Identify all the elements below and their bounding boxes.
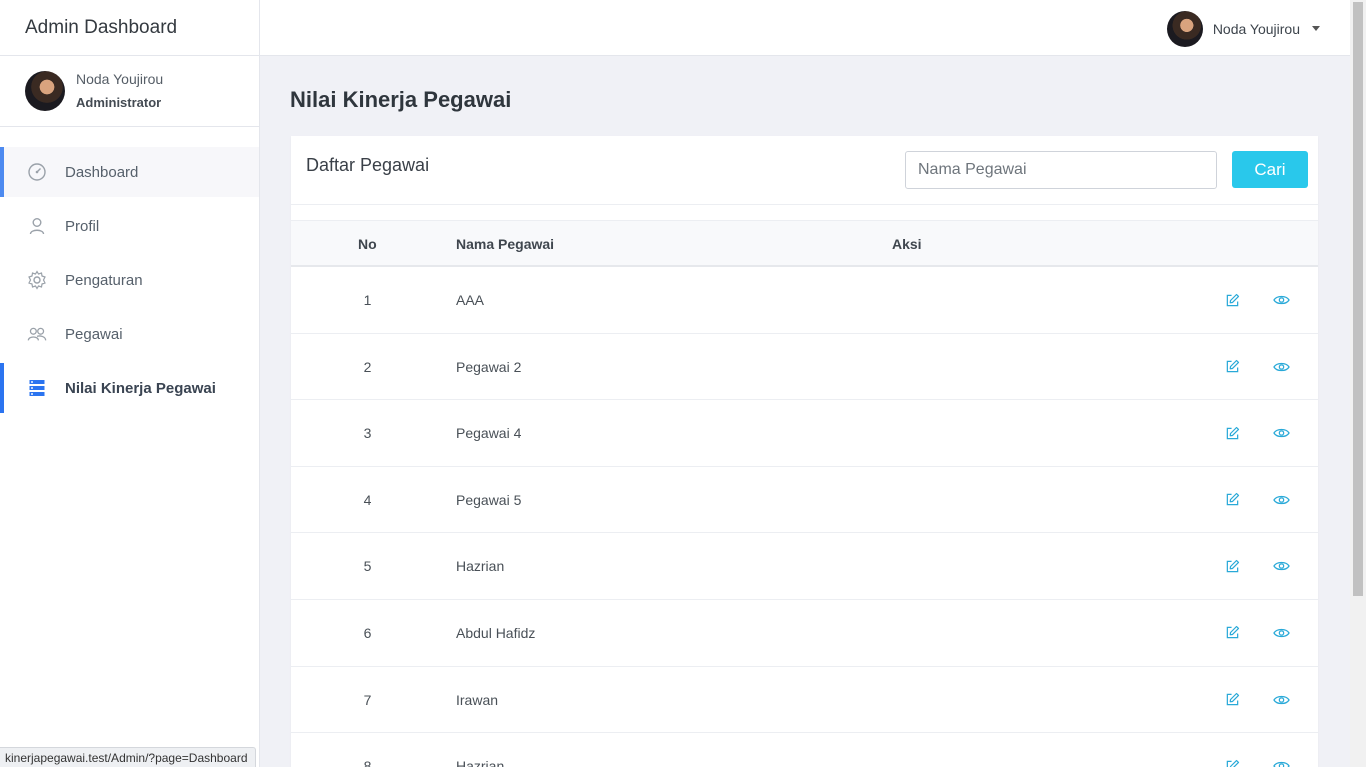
topbar: Noda Youjirou <box>260 0 1350 56</box>
sidebar-profile: Noda Youjirou Administrator <box>0 56 259 127</box>
sidebar-item-nilai-kinerja-pegawai[interactable]: Nilai Kinerja Pegawai <box>0 363 259 413</box>
brand-title[interactable]: Admin Dashboard <box>0 0 259 56</box>
edit-icon[interactable] <box>1223 557 1241 575</box>
eye-icon[interactable] <box>1272 691 1290 709</box>
status-url: kinerjapegawai.test/Admin/?page=Dashboar… <box>0 747 256 767</box>
edit-icon[interactable] <box>1223 691 1241 709</box>
table-row: 7 Irawan <box>291 667 1318 734</box>
employee-name: Pegawai 4 <box>456 425 522 442</box>
avatar <box>1166 10 1203 47</box>
employee-name: Irawan <box>456 691 499 708</box>
search-button[interactable]: Cari <box>1232 151 1308 188</box>
table-row: 5 Hazrian <box>291 533 1318 600</box>
row-number: 2 <box>363 358 372 375</box>
employee-name: Pegawai 2 <box>456 358 522 375</box>
row-number: 7 <box>363 691 372 708</box>
sidebar-item-label: Pegawai <box>65 325 123 343</box>
table-body: 1 AAA 2 Pegawai 2 3 Pegawai 4 4 Pegawai … <box>291 267 1318 767</box>
profile-name: Noda Youjirou <box>76 71 164 87</box>
table-row: 2 Pegawai 2 <box>291 334 1318 401</box>
sidebar-item-pengaturan[interactable]: Pengaturan <box>0 255 259 305</box>
edit-icon[interactable] <box>1223 491 1241 509</box>
employee-table: No Nama Pegawai Aksi 1 AAA 2 Pegawai 2 3… <box>291 220 1318 767</box>
table-row: 1 AAA <box>291 267 1318 334</box>
edit-icon[interactable] <box>1223 424 1241 442</box>
row-number: 6 <box>363 624 372 641</box>
eye-icon[interactable] <box>1272 291 1290 309</box>
edit-icon[interactable] <box>1223 358 1241 376</box>
gauge-icon <box>27 162 47 182</box>
sidebar-item-label: Profil <box>65 217 100 235</box>
eye-icon[interactable] <box>1272 624 1290 642</box>
row-number: 8 <box>363 758 372 767</box>
caret-down-icon <box>1312 26 1320 31</box>
card-header: Daftar Pegawai Cari <box>291 136 1318 205</box>
column-header-no: No <box>358 236 377 252</box>
employee-name: AAA <box>456 292 485 308</box>
user-menu-dropdown[interactable]: Noda Youjirou <box>1166 10 1320 47</box>
edit-icon[interactable] <box>1223 624 1241 642</box>
column-header-action: Aksi <box>892 236 922 252</box>
employee-name: Pegawai 5 <box>456 491 522 508</box>
table-row: 3 Pegawai 4 <box>291 400 1318 467</box>
eye-icon[interactable] <box>1272 757 1290 767</box>
sidebar-item-pegawai[interactable]: Pegawai <box>0 309 259 359</box>
sidebar-item-dashboard[interactable]: Dashboard <box>0 147 259 197</box>
column-header-name: Nama Pegawai <box>456 236 555 252</box>
employee-name: Abdul Hafidz <box>456 624 536 641</box>
user-name: Noda Youjirou <box>1212 20 1300 37</box>
table-row: 8 Hazrian <box>291 733 1318 767</box>
user-icon <box>27 216 47 236</box>
gear-icon <box>27 270 47 290</box>
edit-icon[interactable] <box>1223 291 1241 309</box>
eye-icon[interactable] <box>1272 424 1290 442</box>
sidebar-item-profil[interactable]: Profil <box>0 201 259 251</box>
employee-list-card: Daftar Pegawai Cari No Nama Pegawai Aksi… <box>291 136 1318 767</box>
table-row: 4 Pegawai 5 <box>291 467 1318 534</box>
sidebar-item-label: Pengaturan <box>65 271 143 289</box>
page-scrollbar[interactable] <box>1350 0 1366 767</box>
eye-icon[interactable] <box>1272 491 1290 509</box>
sidebar: Admin Dashboard Noda Youjirou Administra… <box>0 0 260 767</box>
table-row: 6 Abdul Hafidz <box>291 600 1318 667</box>
employee-name: Hazrian <box>456 558 505 575</box>
server-icon <box>27 378 47 398</box>
row-number: 3 <box>363 425 372 442</box>
eye-icon[interactable] <box>1272 358 1290 376</box>
scrollbar-thumb[interactable] <box>1353 2 1363 596</box>
table-header: No Nama Pegawai Aksi <box>291 220 1318 267</box>
row-number: 4 <box>363 491 372 508</box>
profile-role: Administrator <box>76 95 162 110</box>
row-number: 5 <box>363 558 372 575</box>
sidebar-item-label: Dashboard <box>65 163 139 181</box>
card-title: Daftar Pegawai <box>306 155 430 175</box>
employee-name: Hazrian <box>456 758 505 767</box>
eye-icon[interactable] <box>1272 557 1290 575</box>
users-icon <box>27 324 47 344</box>
edit-icon[interactable] <box>1223 757 1241 767</box>
sidebar-nav: Dashboard Profil Pengaturan Pegawai Nila… <box>0 147 259 413</box>
search-input[interactable] <box>905 151 1217 189</box>
row-number: 1 <box>363 292 372 308</box>
avatar <box>25 71 65 111</box>
sidebar-item-label: Nilai Kinerja Pegawai <box>65 379 216 397</box>
page-title: Nilai Kinerja Pegawai <box>290 87 512 112</box>
